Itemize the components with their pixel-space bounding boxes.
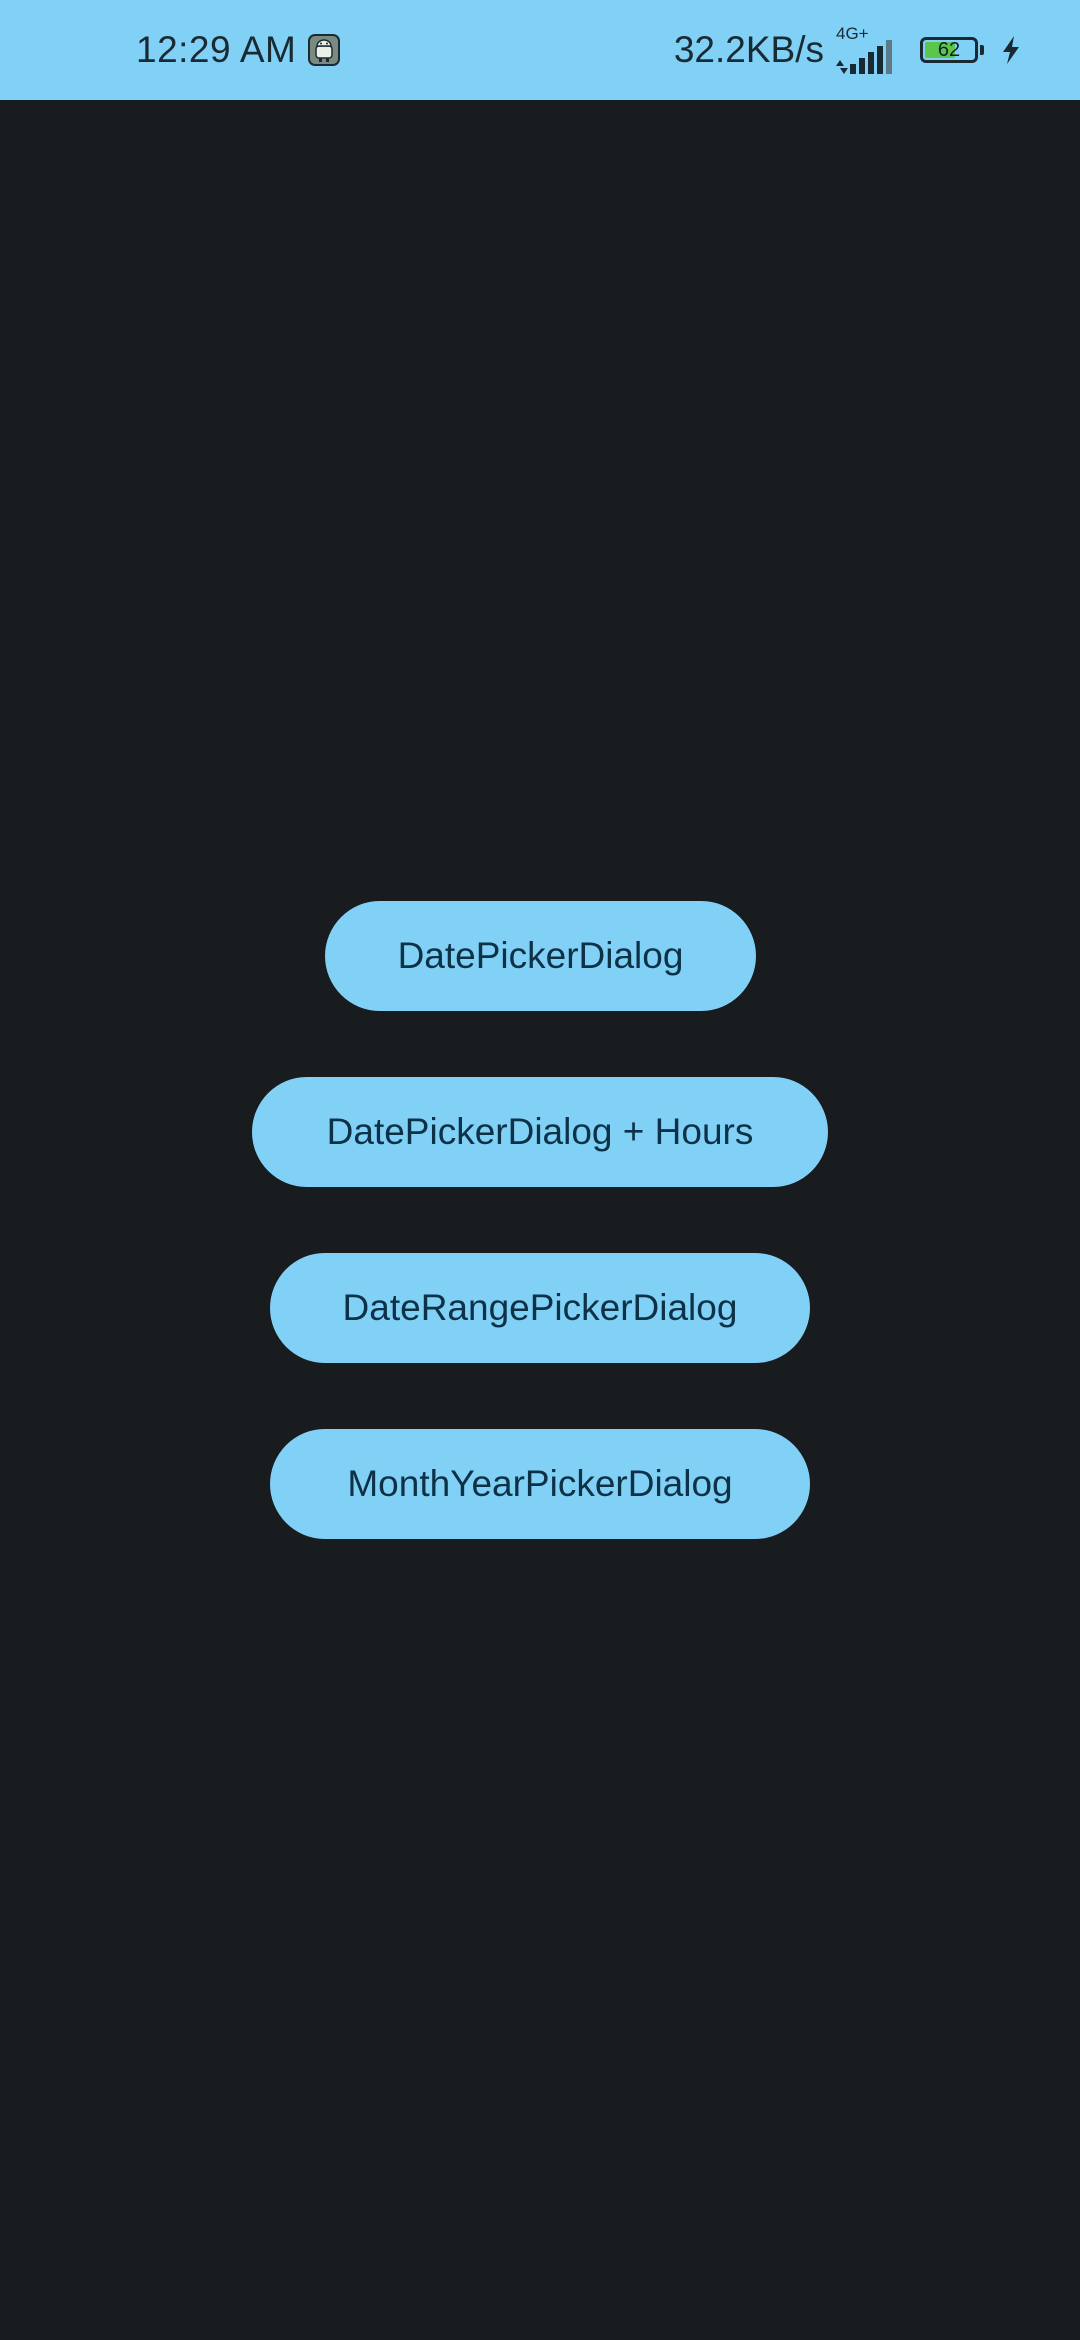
status-time: 12:29 AM [136, 29, 297, 70]
cell-signal-icon [836, 40, 892, 74]
date-range-picker-dialog-button[interactable]: DateRangePickerDialog [270, 1253, 810, 1363]
android-robot-icon [308, 34, 341, 66]
status-bar-left: 12:29 AM [136, 0, 341, 100]
battery-icon: 62 [920, 37, 978, 63]
lightning-bolt-icon [1000, 35, 1022, 65]
status-bar: 12:29 AM 32.2KB/s 4G+ 62 [0, 0, 1080, 100]
battery-level: 62 [937, 39, 961, 61]
battery-indicator: 62 [920, 37, 984, 63]
date-picker-dialog-button[interactable]: DatePickerDialog [325, 901, 756, 1011]
date-picker-dialog-hours-button[interactable]: DatePickerDialog + Hours [252, 1077, 828, 1187]
month-year-picker-dialog-button[interactable]: MonthYearPickerDialog [270, 1429, 810, 1539]
network-indicator: 4G+ [832, 24, 902, 76]
status-bar-right: 32.2KB/s 4G+ 62 [674, 0, 1022, 100]
battery-cap [980, 45, 984, 55]
network-speed: 32.2KB/s [673, 29, 824, 70]
